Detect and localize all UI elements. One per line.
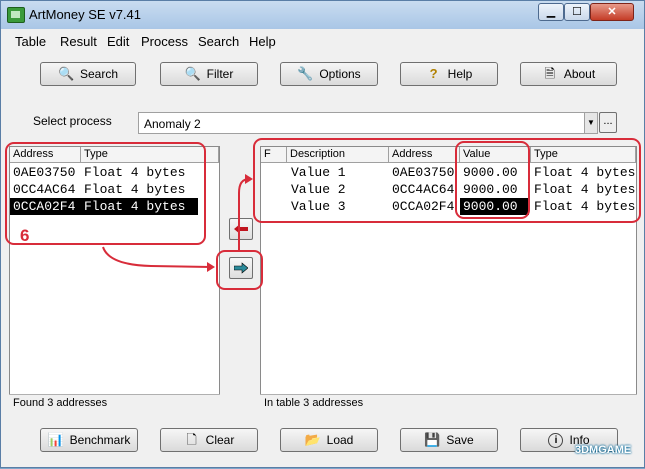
annotation-arrowhead (207, 262, 215, 272)
watermark-logo: 3DMGAME (575, 444, 632, 456)
annotation-arrows (102, 174, 253, 272)
artmoney-window: ArtMoney SE v7.41 ▁ ☐ ✕ Table Result Edi… (0, 0, 645, 468)
annotation-arrow-to-table (238, 178, 250, 251)
annotation-arrowhead (245, 174, 253, 184)
annotation-arrow-to-button (102, 246, 212, 268)
